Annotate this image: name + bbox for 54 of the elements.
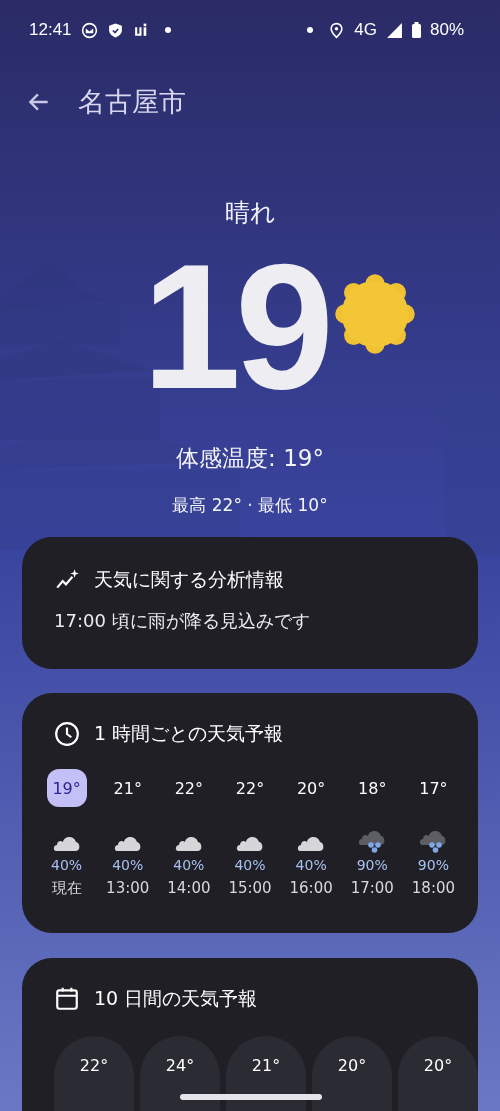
precipitation-chance: 40% xyxy=(234,857,266,873)
current-temperature: 19 xyxy=(142,237,328,417)
hour-temperature: 22° xyxy=(173,777,204,800)
day-temperature: 21° xyxy=(251,1056,281,1076)
feels-like-temperature: 体感温度: 19° xyxy=(176,444,324,473)
day-forecast-pill[interactable]: 20° xyxy=(398,1036,478,1111)
hour-label: 15:00 xyxy=(228,879,272,897)
calendar-icon xyxy=(54,986,80,1012)
day-forecast-pill[interactable]: 20° xyxy=(312,1036,392,1111)
hour-label: 13:00 xyxy=(106,879,150,897)
hour-temperature: 21° xyxy=(112,777,143,800)
hour-label: 18:00 xyxy=(411,879,456,897)
precipitation-chance: 40% xyxy=(173,857,205,873)
day-forecast-pill[interactable]: 24° xyxy=(140,1036,220,1111)
hour-temperature: 19° xyxy=(46,769,87,807)
hour-temperature: 20° xyxy=(295,777,327,800)
clock-icon xyxy=(54,721,80,747)
hour-temperature: 17° xyxy=(418,777,449,800)
hour-label: 現在 xyxy=(51,879,82,898)
sun-icon xyxy=(332,271,418,357)
battery-percent: 80% xyxy=(429,20,464,40)
card-title: 1 時間ごとの天気予報 xyxy=(94,721,284,746)
hour-label: 16:00 xyxy=(289,879,333,897)
signal-icon xyxy=(385,21,403,39)
day-temperature: 20° xyxy=(423,1056,453,1076)
location-icon xyxy=(328,21,346,39)
card-title: 天気に関する分析情報 xyxy=(94,567,284,592)
hour-temperature: 18° xyxy=(357,777,388,800)
hour-label: 14:00 xyxy=(167,879,211,897)
high-low-temperature: 最高 22° · 最低 10° xyxy=(172,494,328,517)
day-temperature: 20° xyxy=(337,1056,367,1076)
precipitation-chance: 40% xyxy=(295,857,327,873)
city-title: 名古屋市 xyxy=(78,85,186,119)
network-label: 4G xyxy=(354,20,377,40)
hour-label: 17:00 xyxy=(350,879,394,897)
status-time: 12:41 xyxy=(29,20,72,40)
gesture-handle[interactable] xyxy=(180,1094,322,1100)
precipitation-chance: 40% xyxy=(51,857,83,873)
shield-icon xyxy=(106,21,124,39)
precipitation-chance: 90% xyxy=(356,857,388,873)
day-temperature: 24° xyxy=(165,1056,195,1076)
day-forecast-pill[interactable]: 21° xyxy=(226,1036,306,1111)
notification-dot-icon xyxy=(164,27,171,33)
insight-text: 17:00 頃に雨が降る見込みです xyxy=(54,609,311,633)
notification-dot-icon xyxy=(307,27,314,33)
precipitation-chance: 90% xyxy=(417,857,449,873)
day-temperature: 22° xyxy=(79,1056,109,1076)
card-title: 10 日間の天気予報 xyxy=(94,986,258,1011)
hour-temperature: 22° xyxy=(234,777,266,800)
day-forecast-pill[interactable]: 22° xyxy=(54,1036,134,1111)
precipitation-chance: 40% xyxy=(112,857,144,873)
weather-condition: 晴れ xyxy=(224,197,276,229)
battery-icon xyxy=(411,22,421,38)
gallery-icon xyxy=(80,21,98,39)
